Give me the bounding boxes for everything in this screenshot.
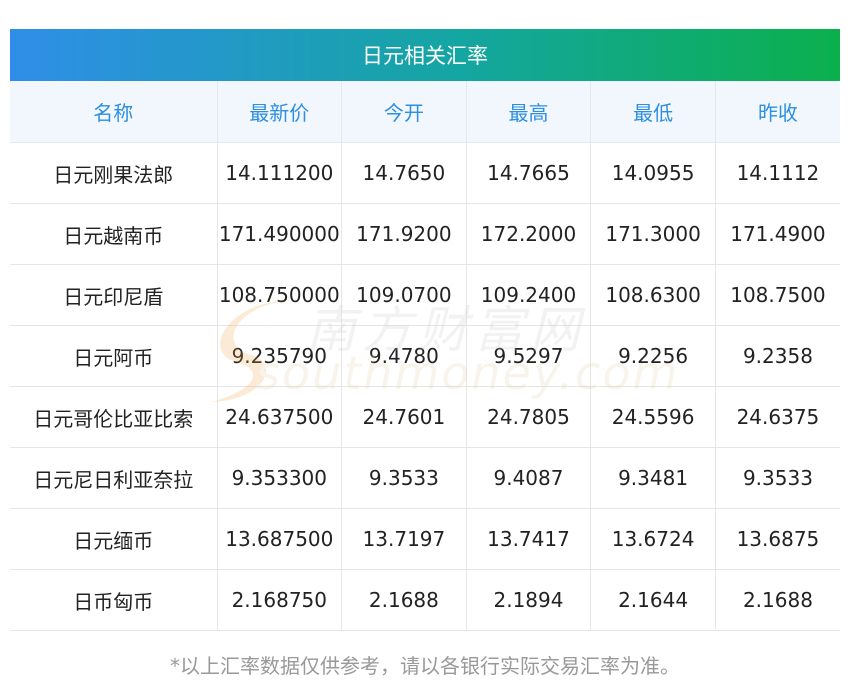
high-cell: 14.7665: [466, 142, 592, 204]
prev-close-cell: 9.3533: [715, 447, 840, 509]
column-header-name: 名称: [10, 81, 218, 143]
open-cell: 9.4780: [341, 325, 467, 387]
prev-close-cell: 171.4900: [715, 203, 840, 265]
prev-close-cell: 14.1112: [715, 142, 840, 204]
table-row: 日元越南币 171.490000 171.9200 172.2000 171.3…: [10, 203, 840, 265]
table-row: 日元印尼盾 108.750000 109.0700 109.2400 108.6…: [10, 264, 840, 326]
low-cell: 24.5596: [590, 386, 716, 448]
column-header-low: 最低: [590, 81, 716, 143]
prev-close-cell: 2.1688: [715, 569, 840, 631]
prev-close-cell: 9.2358: [715, 325, 840, 387]
currency-name-cell: 日元印尼盾: [10, 264, 218, 326]
high-cell: 172.2000: [466, 203, 592, 265]
header-row: 名称 最新价 今开 最高 最低 昨收: [10, 81, 840, 143]
open-cell: 2.1688: [341, 569, 467, 631]
column-header-prev-close: 昨收: [715, 81, 840, 143]
open-cell: 9.3533: [341, 447, 467, 509]
latest-cell: 13.687500: [217, 508, 343, 570]
low-cell: 2.1644: [590, 569, 716, 631]
high-cell: 2.1894: [466, 569, 592, 631]
latest-cell: 9.353300: [217, 447, 343, 509]
currency-name-cell: 日元哥伦比亚比索: [10, 386, 218, 448]
prev-close-cell: 24.6375: [715, 386, 840, 448]
low-cell: 171.3000: [590, 203, 716, 265]
rate-card: 日元相关汇率 名称 最新价 今开 最高 最低 昨收 日元刚果法郎 14.1112…: [10, 29, 840, 631]
column-header-open: 今开: [341, 81, 467, 143]
currency-name-cell: 日元阿币: [10, 325, 218, 387]
table-row: 日元刚果法郎 14.111200 14.7650 14.7665 14.0955…: [10, 142, 840, 204]
low-cell: 9.2256: [590, 325, 716, 387]
high-cell: 9.5297: [466, 325, 592, 387]
prev-close-cell: 108.7500: [715, 264, 840, 326]
table-row: 日币匈币 2.168750 2.1688 2.1894 2.1644 2.168…: [10, 569, 840, 631]
high-cell: 13.7417: [466, 508, 592, 570]
high-cell: 109.2400: [466, 264, 592, 326]
column-header-high: 最高: [466, 81, 592, 143]
table-row: 日元阿币 9.235790 9.4780 9.5297 9.2256 9.235…: [10, 325, 840, 387]
open-cell: 24.7601: [341, 386, 467, 448]
table-row: 日元尼日利亚奈拉 9.353300 9.3533 9.4087 9.3481 9…: [10, 447, 840, 509]
table-row: 日元哥伦比亚比索 24.637500 24.7601 24.7805 24.55…: [10, 386, 840, 448]
currency-name-cell: 日元刚果法郎: [10, 142, 218, 204]
currency-name-cell: 日元尼日利亚奈拉: [10, 447, 218, 509]
open-cell: 171.9200: [341, 203, 467, 265]
low-cell: 108.6300: [590, 264, 716, 326]
latest-cell: 9.235790: [217, 325, 343, 387]
table-title: 日元相关汇率: [10, 29, 840, 81]
open-cell: 109.0700: [341, 264, 467, 326]
low-cell: 13.6724: [590, 508, 716, 570]
high-cell: 9.4087: [466, 447, 592, 509]
open-cell: 13.7197: [341, 508, 467, 570]
latest-cell: 2.168750: [217, 569, 343, 631]
currency-name-cell: 日元越南币: [10, 203, 218, 265]
latest-cell: 171.490000: [217, 203, 343, 265]
low-cell: 14.0955: [590, 142, 716, 204]
open-cell: 14.7650: [341, 142, 467, 204]
latest-cell: 108.750000: [217, 264, 343, 326]
high-cell: 24.7805: [466, 386, 592, 448]
prev-close-cell: 13.6875: [715, 508, 840, 570]
exchange-rate-table: 名称 最新价 今开 最高 最低 昨收 日元刚果法郎 14.111200 14.7…: [10, 81, 840, 631]
currency-name-cell: 日元缅币: [10, 508, 218, 570]
low-cell: 9.3481: [590, 447, 716, 509]
column-header-latest: 最新价: [217, 81, 343, 143]
disclaimer-footnote: *以上汇率数据仅供参考，请以各银行实际交易汇率为准。: [170, 654, 680, 678]
latest-cell: 14.111200: [217, 142, 343, 204]
table-row: 日元缅币 13.687500 13.7197 13.7417 13.6724 1…: [10, 508, 840, 570]
currency-name-cell: 日币匈币: [10, 569, 218, 631]
latest-cell: 24.637500: [217, 386, 343, 448]
